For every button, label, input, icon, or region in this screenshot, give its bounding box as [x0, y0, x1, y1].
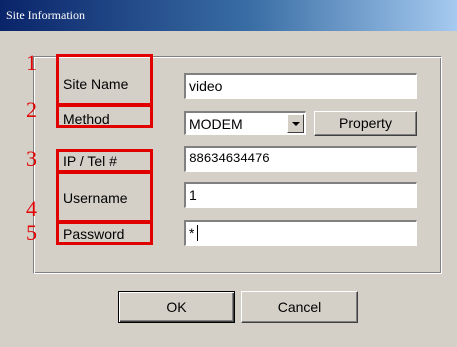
annotation-4: 4: [26, 196, 37, 221]
cancel-button[interactable]: Cancel: [241, 291, 358, 323]
password-label: Password: [63, 226, 125, 242]
annotation-1: 1: [26, 50, 37, 75]
site-name-label: Site Name: [63, 76, 129, 92]
annotation-5: 5: [26, 220, 37, 245]
username-input[interactable]: 1: [184, 182, 417, 208]
password-input[interactable]: *: [184, 220, 417, 246]
username-label: Username: [63, 190, 128, 206]
chevron-down-icon[interactable]: [287, 114, 304, 133]
method-label: Method: [63, 111, 110, 127]
method-value: MODEM: [189, 116, 243, 132]
title-bar[interactable]: Site Information: [0, 0, 457, 31]
method-select[interactable]: MODEM: [184, 111, 306, 135]
text-caret: [197, 225, 198, 241]
property-button[interactable]: Property: [314, 111, 417, 136]
ip-tel-input[interactable]: 88634634476: [184, 146, 417, 172]
annotation-2: 2: [26, 97, 37, 122]
annotation-3: 3: [26, 146, 37, 171]
ok-button[interactable]: OK: [118, 291, 235, 323]
site-name-input[interactable]: video: [184, 73, 417, 99]
window-title: Site Information: [6, 8, 85, 22]
ip-tel-label: IP / Tel #: [63, 153, 117, 169]
